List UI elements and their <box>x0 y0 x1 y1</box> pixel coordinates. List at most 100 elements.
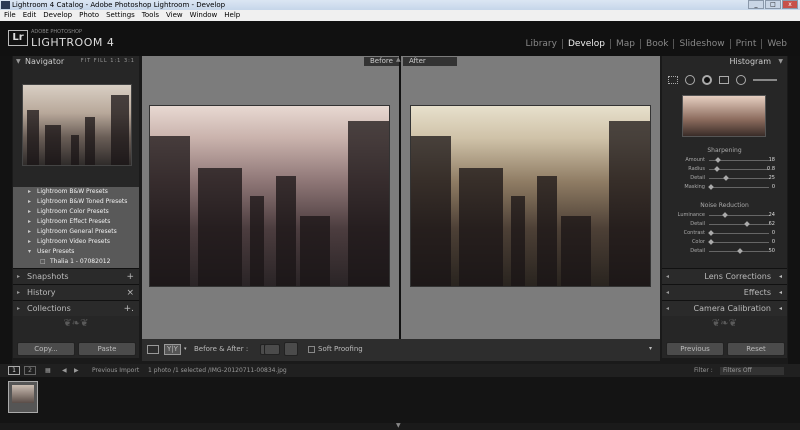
red-eye-icon[interactable] <box>702 74 712 85</box>
module-web[interactable]: Web <box>761 39 792 49</box>
sharpening-slider-value[interactable]: 18 <box>769 156 775 165</box>
sharpening-slider-knob[interactable] <box>708 184 714 190</box>
page-2-button[interactable]: 2 <box>24 366 36 375</box>
filter-dropdown[interactable]: Filters Off <box>720 367 784 375</box>
module-slideshow[interactable]: Slideshow <box>673 39 729 49</box>
preset-folder[interactable]: Lightroom Video Presets <box>13 237 139 247</box>
navigator-preview[interactable] <box>22 84 132 166</box>
sharpening-slider-value[interactable]: 0.8 <box>767 165 775 174</box>
preset-item[interactable]: Thalia 1 - 07082012 <box>13 257 139 267</box>
collections-section[interactable]: ▸ Collections +. <box>13 300 139 316</box>
minimize-button[interactable]: _ <box>748 0 764 9</box>
sharpening-slider-value[interactable]: 25 <box>769 174 775 183</box>
sharpening-slider-row[interactable]: Masking 0 <box>662 183 787 192</box>
preset-folder[interactable]: Lightroom B&W Toned Presets <box>13 197 139 207</box>
noise-slider-value[interactable]: 0 <box>772 238 775 247</box>
paste-button[interactable]: Paste <box>78 342 136 356</box>
menu-view[interactable]: View <box>166 10 183 21</box>
left-panel-edge[interactable] <box>0 56 12 364</box>
brush-slider[interactable] <box>753 78 777 81</box>
module-map[interactable]: Map <box>610 39 640 49</box>
filmstrip-toggle-icon[interactable]: ▼ <box>396 422 401 429</box>
history-section[interactable]: ▸ History × <box>13 284 139 300</box>
noise-slider-track[interactable] <box>709 224 769 225</box>
snapshots-section[interactable]: ▸ Snapshots + <box>13 268 139 284</box>
navigator-zoom[interactable]: FIT FILL 1:1 3:1 <box>81 56 135 67</box>
copy-after-to-before-button[interactable] <box>264 344 280 355</box>
sharpening-slider-row[interactable]: Radius 0.8 <box>662 165 787 174</box>
noise-slider-knob[interactable] <box>744 221 750 227</box>
grid-view-icon[interactable]: ▦ <box>45 364 51 377</box>
sharpening-slider-knob[interactable] <box>715 157 721 163</box>
page-1-button[interactable]: 1 <box>8 366 20 375</box>
module-book[interactable]: Book <box>640 39 673 49</box>
histogram-header[interactable]: Histogram ▼ <box>662 56 787 67</box>
chevron-down-icon[interactable]: ▾ <box>184 346 187 352</box>
noise-slider-knob[interactable] <box>737 248 743 254</box>
forward-arrow-icon[interactable]: ▶ <box>74 364 79 377</box>
noise-slider-row[interactable]: Detail 50 <box>662 247 787 256</box>
noise-slider-knob[interactable] <box>722 212 728 218</box>
preset-folder[interactable]: Lightroom B&W Presets <box>13 187 139 197</box>
previous-button[interactable]: Previous <box>666 342 724 356</box>
menu-photo[interactable]: Photo <box>79 10 99 21</box>
menu-window[interactable]: Window <box>190 10 218 21</box>
add-collection-button[interactable]: +. <box>124 301 134 317</box>
menu-file[interactable]: File <box>4 10 16 21</box>
sharpening-slider-value[interactable]: 0 <box>772 183 775 192</box>
noise-slider-track[interactable] <box>709 233 769 234</box>
noise-slider-row[interactable]: Color 0 <box>662 238 787 247</box>
preset-folder[interactable]: Lightroom Effect Presets <box>13 217 139 227</box>
menu-develop[interactable]: Develop <box>43 10 72 21</box>
noise-slider-track[interactable] <box>709 242 769 243</box>
menu-help[interactable]: Help <box>224 10 240 21</box>
sharpening-slider-track[interactable] <box>709 187 769 188</box>
sharpening-slider-row[interactable]: Detail 25 <box>662 174 787 183</box>
clear-history-button[interactable]: × <box>126 285 134 301</box>
crop-tool-icon[interactable] <box>668 75 678 84</box>
before-after-mode-button[interactable]: Y|Y <box>164 344 181 355</box>
noise-slider-value[interactable]: 0 <box>772 229 775 238</box>
top-panel-toggle-icon[interactable]: ▲ <box>396 56 401 63</box>
detail-preview[interactable] <box>682 95 766 137</box>
reset-button[interactable]: Reset <box>727 342 785 356</box>
module-print[interactable]: Print <box>729 39 762 49</box>
effects-section[interactable]: ◂ Effects ◂ <box>662 284 787 300</box>
preset-folder[interactable]: User Presets <box>13 247 139 257</box>
noise-slider-value[interactable]: 50 <box>769 247 775 256</box>
toolbar-menu-icon[interactable]: ▾ <box>649 345 652 352</box>
noise-slider-value[interactable]: 62 <box>769 220 775 229</box>
noise-slider-knob[interactable] <box>708 230 714 236</box>
noise-slider-row[interactable]: Contrast 0 <box>662 229 787 238</box>
noise-slider-track[interactable] <box>709 215 769 216</box>
before-photo[interactable] <box>149 105 390 287</box>
graduated-filter-icon[interactable] <box>719 75 729 84</box>
sharpening-slider-row[interactable]: Amount 18 <box>662 156 787 165</box>
module-library[interactable]: Library <box>520 39 561 49</box>
lens-corrections-section[interactable]: ◂ Lens Corrections ◂ <box>662 268 787 284</box>
menu-settings[interactable]: Settings <box>106 10 135 21</box>
menu-edit[interactable]: Edit <box>23 10 37 21</box>
sharpening-slider-track[interactable] <box>709 178 769 179</box>
right-panel-edge[interactable] <box>788 56 800 364</box>
radial-filter-icon[interactable] <box>736 74 746 85</box>
loupe-view-icon[interactable] <box>147 345 159 354</box>
menu-tools[interactable]: Tools <box>142 10 159 21</box>
swap-before-after-button[interactable] <box>284 342 298 356</box>
noise-slider-value[interactable]: 24 <box>769 211 775 220</box>
module-develop[interactable]: Develop <box>561 39 610 49</box>
noise-slider-row[interactable]: Detail 62 <box>662 220 787 229</box>
camera-calibration-section[interactable]: ◂ Camera Calibration ◂ <box>662 300 787 316</box>
close-button[interactable]: x <box>782 0 798 9</box>
noise-slider-row[interactable]: Luminance 24 <box>662 211 787 220</box>
maximize-button[interactable]: □ <box>765 0 781 9</box>
navigator-header[interactable]: ▼ Navigator FIT FILL 1:1 3:1 <box>13 56 139 67</box>
back-arrow-icon[interactable]: ◀ <box>62 364 67 377</box>
soft-proofing-checkbox[interactable] <box>308 346 315 353</box>
sharpening-slider-knob[interactable] <box>722 175 729 181</box>
copy-button[interactable]: Copy... <box>17 342 75 356</box>
preset-folder[interactable]: Lightroom Color Presets <box>13 207 139 217</box>
filmstrip-source[interactable]: Previous Import <box>92 364 139 377</box>
sharpening-slider-knob[interactable] <box>713 166 720 172</box>
filmstrip-thumbnail[interactable] <box>8 381 38 413</box>
